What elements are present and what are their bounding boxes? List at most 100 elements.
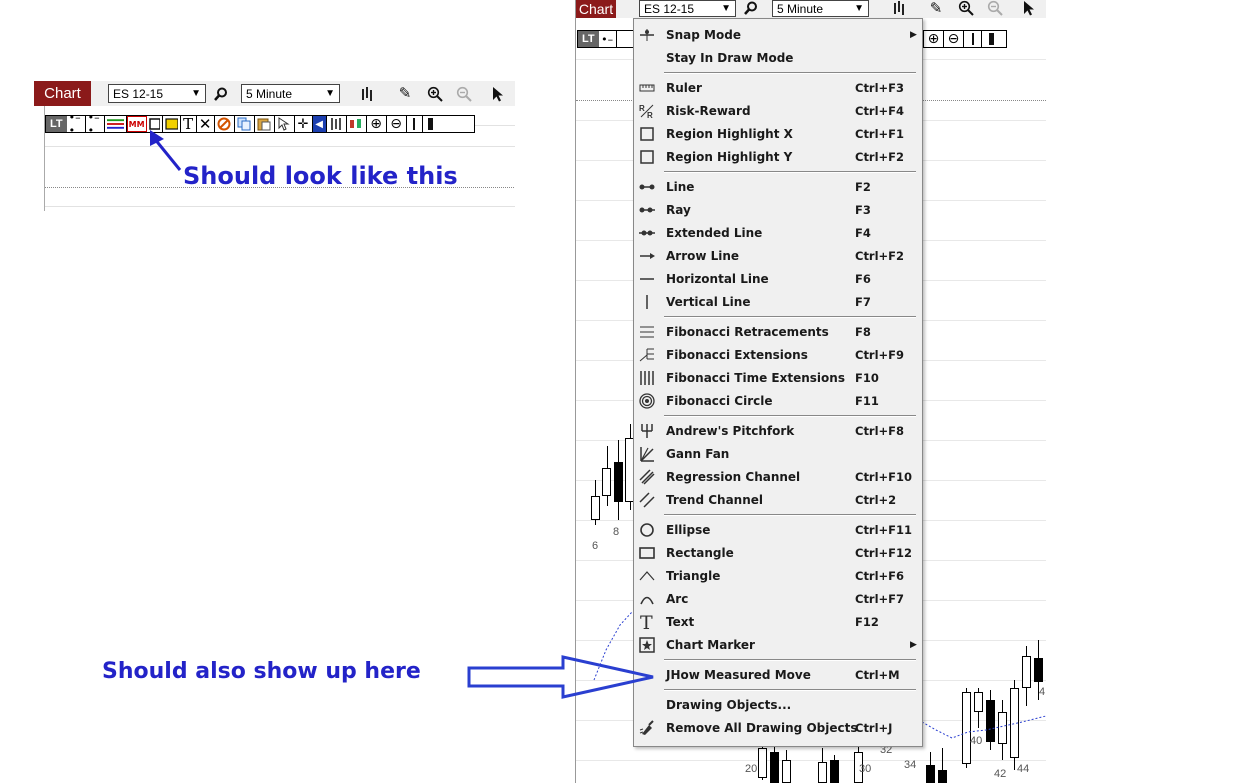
menu-item-gann-fan[interactable]: Gann Fan: [634, 443, 922, 465]
cursor-arrow-icon[interactable]: [489, 84, 507, 103]
menu-item-snap-mode[interactable]: Snap Mode ▶: [634, 24, 922, 46]
axis-label: 40: [970, 735, 983, 747]
menu-item-arc[interactable]: Arc Ctrl+F7: [634, 588, 922, 610]
arc-icon: [638, 590, 656, 608]
menu-item-extended-line[interactable]: Extended Line F4: [634, 222, 922, 244]
drawing-tools-menu: Snap Mode ▶ Stay In Draw Mode Ruler Ctrl+F3 R…: [633, 18, 923, 747]
bar-wide-icon[interactable]: [423, 116, 439, 132]
menu-item-ray[interactable]: Ray F3: [634, 199, 922, 221]
menu-item-vertical-line[interactable]: Vertical Line F7: [634, 291, 922, 313]
menu-item-triangle[interactable]: Triangle Ctrl+F6: [634, 565, 922, 587]
trend-channel-icon: [638, 491, 656, 509]
menu-item-label: Rectangle: [666, 546, 734, 560]
menu-item-label: Stay In Draw Mode: [666, 51, 794, 65]
region-y-icon: [638, 148, 656, 166]
menu-item-stay-in-draw-mode[interactable]: Stay In Draw Mode: [634, 47, 922, 69]
axis-label: 34: [904, 759, 917, 771]
copy-tool-icon[interactable]: [235, 116, 255, 132]
menu-item-andrew-s-pitchfork[interactable]: Andrew's Pitchfork Ctrl+F8: [634, 420, 922, 442]
menu-item-fibonacci-time-extensions[interactable]: Fibonacci Time Extensions F10: [634, 367, 922, 389]
menu-item-shortcut: F11: [855, 394, 879, 408]
menu-item-shortcut: Ctrl+F12: [855, 546, 913, 560]
menu-item-shortcut: Ctrl+F4: [855, 104, 905, 118]
axis-label: 8: [613, 526, 620, 538]
fib-tool-icon[interactable]: [105, 116, 127, 132]
symbol-select[interactable]: ES 12-15 ▼: [108, 84, 206, 103]
svg-text:R: R: [647, 111, 653, 119]
menu-item-label: Ellipse: [666, 523, 711, 537]
menu-item-region-highlight-y[interactable]: Region Highlight Y Ctrl+F2: [634, 146, 922, 168]
menu-item-risk-reward[interactable]: R R Risk-Reward Ctrl+F4: [634, 100, 922, 122]
menu-item-shortcut: F2: [855, 180, 871, 194]
menu-item-fibonacci-extensions[interactable]: Fibonacci Extensions Ctrl+F9: [634, 344, 922, 366]
menu-separator: [664, 316, 916, 318]
menu-item-horizontal-line[interactable]: Horizontal Line F6: [634, 268, 922, 290]
zoom-minus-icon[interactable]: ⊖: [387, 116, 407, 132]
crosshair-tool-icon[interactable]: ✛: [295, 116, 313, 132]
menu-item-fibonacci-circle[interactable]: Fibonacci Circle F11: [634, 390, 922, 412]
menu-item-label: Line: [666, 180, 695, 194]
bar-narrow-icon[interactable]: [407, 116, 423, 132]
zoom-plus-icon[interactable]: ⊕: [367, 116, 387, 132]
extended-line-icon: [638, 224, 656, 242]
no-draw-tool-icon[interactable]: [215, 116, 235, 132]
menu-item-label: Fibonacci Extensions: [666, 348, 808, 362]
zoom-out-icon[interactable]: [455, 84, 473, 103]
menu-item-shortcut: Ctrl+F6: [855, 569, 905, 583]
menu-item-label: Remove All Drawing Objects: [666, 721, 858, 735]
menu-item-label: Ray: [666, 203, 691, 217]
rectangle-icon: [638, 544, 656, 562]
menu-item-remove-all-drawing-objects[interactable]: Remove All Drawing Objects Ctrl+J: [634, 717, 922, 739]
menu-item-drawing-objects[interactable]: Drawing Objects...: [634, 694, 922, 716]
menu-item-shortcut: Ctrl+F10: [855, 470, 913, 484]
menu-item-text[interactable]: T Text F12: [634, 611, 922, 633]
pointer-arrow: [150, 130, 182, 171]
svg-text:T: T: [640, 613, 653, 631]
menu-item-label: Region Highlight X: [666, 127, 793, 141]
paste-tool-icon[interactable]: [255, 116, 275, 132]
ray-tool-icon[interactable]: •–•: [86, 111, 105, 137]
menu-item-line[interactable]: Line F2: [634, 176, 922, 198]
ohlc-tool-icon[interactable]: [327, 116, 347, 132]
lt-button[interactable]: LT: [46, 116, 67, 132]
axis-label: 4: [1039, 686, 1046, 698]
select-tool-icon[interactable]: [275, 116, 295, 132]
menu-separator: [664, 171, 916, 173]
menu-item-label: Fibonacci Retracements: [666, 325, 829, 339]
menu-item-shortcut: Ctrl+F3: [855, 81, 905, 95]
menu-item-trend-channel[interactable]: Trend Channel Ctrl+2: [634, 489, 922, 511]
line-icon: [638, 178, 656, 196]
menu-item-shortcut: Ctrl+F2: [855, 249, 905, 263]
axis-label: 20: [745, 763, 758, 775]
line-tool-icon[interactable]: •–•: [67, 111, 86, 137]
triangle-icon: [638, 567, 656, 585]
bars-type-icon[interactable]: [359, 84, 377, 103]
symbol-value: ES 12-15: [113, 86, 164, 101]
menu-item-regression-channel[interactable]: Regression Channel Ctrl+F10: [634, 466, 922, 488]
gann-fan-icon: [638, 445, 656, 463]
chart-tab[interactable]: Chart: [34, 81, 91, 106]
menu-item-label: Risk-Reward: [666, 104, 751, 118]
menu-item-region-highlight-x[interactable]: Region Highlight X Ctrl+F1: [634, 123, 922, 145]
submenu-arrow-icon: ▶: [910, 30, 917, 40]
menu-item-label: Arc: [666, 592, 689, 606]
arrow-line-icon: [638, 247, 656, 265]
axis-label: 42: [994, 768, 1007, 780]
menu-item-chart-marker[interactable]: Chart Marker ▶: [634, 634, 922, 656]
zoom-in-icon[interactable]: [426, 84, 444, 103]
delete-tool-icon[interactable]: ✕: [197, 115, 215, 133]
menu-item-jhow-measured-move[interactable]: JHow Measured Move Ctrl+M: [634, 664, 922, 686]
menu-item-ellipse[interactable]: Ellipse Ctrl+F11: [634, 519, 922, 541]
menu-item-ruler[interactable]: Ruler Ctrl+F3: [634, 77, 922, 99]
interval-select[interactable]: 5 Minute ▼: [241, 84, 340, 103]
menu-item-arrow-line[interactable]: Arrow Line Ctrl+F2: [634, 245, 922, 267]
menu-item-label: Region Highlight Y: [666, 150, 793, 164]
menu-item-fibonacci-retracements[interactable]: Fibonacci Retracements F8: [634, 321, 922, 343]
pencil-icon[interactable]: ✎: [396, 84, 414, 103]
annotation-top: Should look like this: [183, 162, 458, 190]
search-icon[interactable]: [212, 85, 230, 103]
menu-item-shortcut: Ctrl+F8: [855, 424, 905, 438]
candles-tool-icon[interactable]: [347, 116, 367, 132]
left-arrow-tool-icon[interactable]: ◀: [312, 116, 327, 132]
menu-item-rectangle[interactable]: Rectangle Ctrl+F12: [634, 542, 922, 564]
